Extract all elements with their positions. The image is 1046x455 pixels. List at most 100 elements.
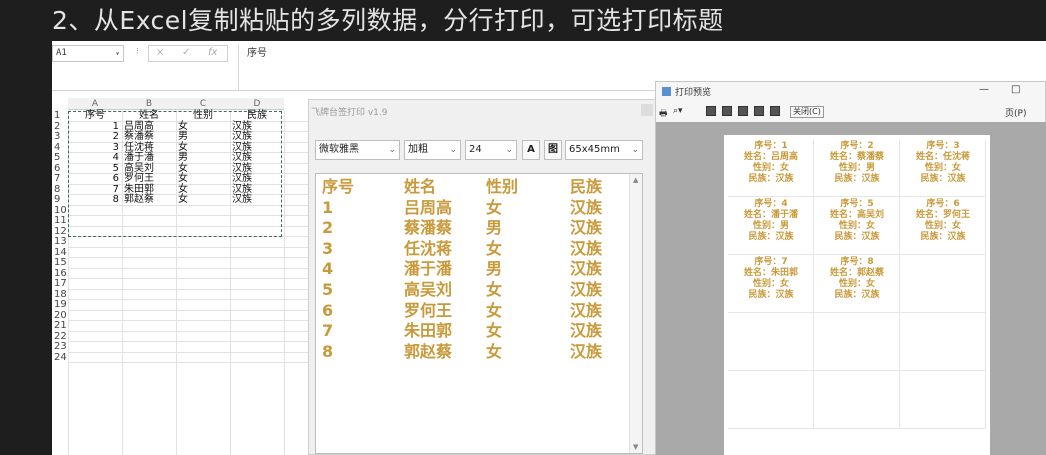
font-name-select[interactable]: 微软雅黑 ⌄ <box>315 140 400 160</box>
label-line: 民族：汉族 <box>920 232 966 242</box>
text-token: 4 <box>322 259 334 279</box>
row-number[interactable]: 1 <box>52 110 68 122</box>
text-token: 男 <box>486 218 503 238</box>
preview-toolbar: 🖶 ⌕▾ 关闭(C) 页(P) <box>656 104 1046 120</box>
text-token: 序号 <box>322 177 355 196</box>
text-token: 8 <box>322 341 334 361</box>
one-page-icon[interactable] <box>706 106 716 116</box>
four-page-icon[interactable] <box>754 106 764 116</box>
vertical-scrollbar[interactable]: ▲ ▼ <box>629 174 642 453</box>
font-size-value: 24 <box>469 144 482 155</box>
label-line: 民族：汉族 <box>920 174 966 184</box>
print-icon[interactable]: 🖶 <box>659 106 668 119</box>
row-number[interactable]: 23 <box>52 341 68 353</box>
text-token: 汉族 <box>570 300 603 320</box>
row-number[interactable]: 21 <box>52 320 68 332</box>
minimize-button[interactable]: — <box>979 84 989 95</box>
two-page-icon[interactable] <box>722 106 732 116</box>
name-box[interactable]: A1 ▾ <box>52 45 124 62</box>
label-line: 性别：女 <box>924 163 961 173</box>
preview-page: 序号：1 姓名：吕周高 性别：女 民族：汉族 序号：2 姓名：蔡潘蔡 性别：男 民族：汉族 序号… <box>724 135 990 455</box>
page-heading: 2、从Excel复制粘贴的多列数据，分行打印，可选打印标题 <box>52 6 724 35</box>
label-cell <box>814 313 900 371</box>
label-size-select[interactable]: 65x45mm ⌄ <box>565 140 643 160</box>
row-number[interactable]: 9 <box>52 194 68 206</box>
text-token: 6 <box>322 300 334 320</box>
label-cell: 序号：6 姓名：罗何王 性别：女 民族：汉族 <box>900 197 986 255</box>
label-cell <box>900 371 986 429</box>
zoom-icon[interactable]: ⌕▾ <box>673 106 683 118</box>
text-token: 郭赵蔡 <box>404 341 453 361</box>
label-cell <box>728 313 814 371</box>
scroll-down-icon[interactable]: ▼ <box>633 443 638 451</box>
print-preview-window: 打印预览 — □ 🖶 ⌕▾ 关闭(C) 页(P) 序号：1 姓名：吕周高 性别：女民… <box>655 81 1046 455</box>
column-header-d[interactable]: D <box>230 98 284 110</box>
column-header-c[interactable]: C <box>176 98 230 110</box>
chevron-down-icon: ⌄ <box>388 145 396 155</box>
font-weight-select[interactable]: 加粗 ⌄ <box>404 140 461 160</box>
enter-icon[interactable]: ✓ <box>182 47 190 58</box>
close-preview-button[interactable]: 关闭(C) <box>790 106 824 118</box>
label-line: 姓名：任沈蒋 <box>915 152 970 162</box>
row-number[interactable]: 17 <box>52 278 68 290</box>
label-line: 姓名：潘于潘 <box>743 210 798 220</box>
label-line: 序号：1 <box>754 141 788 151</box>
column-header-b[interactable]: B <box>122 98 176 110</box>
maximize-button[interactable]: □ <box>1011 84 1020 95</box>
grid-line <box>68 351 312 353</box>
fx-icon[interactable]: fx <box>208 47 217 58</box>
three-page-icon[interactable] <box>738 106 748 116</box>
label-cell: 序号：1 姓名：吕周高 性别：女 民族：汉族 <box>728 139 814 197</box>
text-token: 女 <box>486 341 503 361</box>
label-line: 性别：男 <box>752 221 789 231</box>
scroll-up-icon[interactable]: ▲ <box>633 176 638 184</box>
text-token: 民族 <box>570 177 603 196</box>
label-line: 姓名：朱田郭 <box>743 268 798 278</box>
text-token: 任沈蒋 <box>404 238 453 258</box>
row-number[interactable]: 24 <box>52 352 68 364</box>
label-line: 民族：汉族 <box>748 174 794 184</box>
text-token: 女 <box>486 197 503 217</box>
close-icon[interactable] <box>641 104 653 116</box>
image-button[interactable]: 图 <box>544 140 562 160</box>
font-color-button[interactable]: A <box>522 140 540 160</box>
row-number[interactable]: 19 <box>52 299 68 311</box>
label-line: 性别：女 <box>752 279 789 289</box>
text-token: 汉族 <box>570 197 603 217</box>
row-number[interactable]: 13 <box>52 236 68 248</box>
grid-line <box>68 309 312 311</box>
printer-app-icon <box>662 87 671 96</box>
text-token: 罗何王 <box>404 300 453 320</box>
grid-line <box>68 257 312 258</box>
separator-icon: ⁝ <box>136 47 139 57</box>
label-size-value: 65x45mm <box>569 144 620 155</box>
label-line: 民族：汉族 <box>748 290 794 300</box>
label-cell <box>900 255 986 313</box>
font-size-select[interactable]: 24 ⌄ <box>465 140 517 160</box>
label-cell: 序号：2 姓名：蔡潘蔡 性别：男 民族：汉族 <box>814 139 900 197</box>
column-header-a[interactable]: A <box>68 98 122 110</box>
formula-input[interactable]: 序号 <box>238 45 267 91</box>
label-line: 序号：4 <box>754 199 788 209</box>
six-page-icon[interactable] <box>770 106 780 116</box>
text-token: 吕周高 <box>404 197 453 217</box>
chevron-down-icon[interactable]: ▾ <box>115 46 120 61</box>
font-weight-value: 加粗 <box>408 144 428 155</box>
label-cell <box>728 371 814 429</box>
text-input-area[interactable]: ▲ ▼ 序号 姓名 性别 民族 1 吕周高女汉族 2 蔡潘蔡男汉族 3 任沈蒋女汉族 4 潘于潘男汉族… <box>315 173 643 454</box>
preview-title: 打印预览 <box>662 85 711 98</box>
label-line: 姓名：高吴刘 <box>829 210 884 220</box>
text-token: 汉族 <box>570 218 603 238</box>
label-line: 民族：汉族 <box>834 174 880 184</box>
row-number[interactable]: 7 <box>52 173 68 185</box>
cancel-icon[interactable]: × <box>156 47 164 58</box>
row-number[interactable]: 3 <box>52 131 68 143</box>
row-number[interactable]: 11 <box>52 215 68 227</box>
label-cell <box>900 313 986 371</box>
text-token: 1 <box>322 197 334 217</box>
text-token: 潘于潘 <box>404 259 453 279</box>
chevron-down-icon: ⌄ <box>631 145 639 155</box>
row-number[interactable]: 15 <box>52 257 68 269</box>
row-number[interactable]: 5 <box>52 152 68 164</box>
grid-line <box>68 330 312 332</box>
